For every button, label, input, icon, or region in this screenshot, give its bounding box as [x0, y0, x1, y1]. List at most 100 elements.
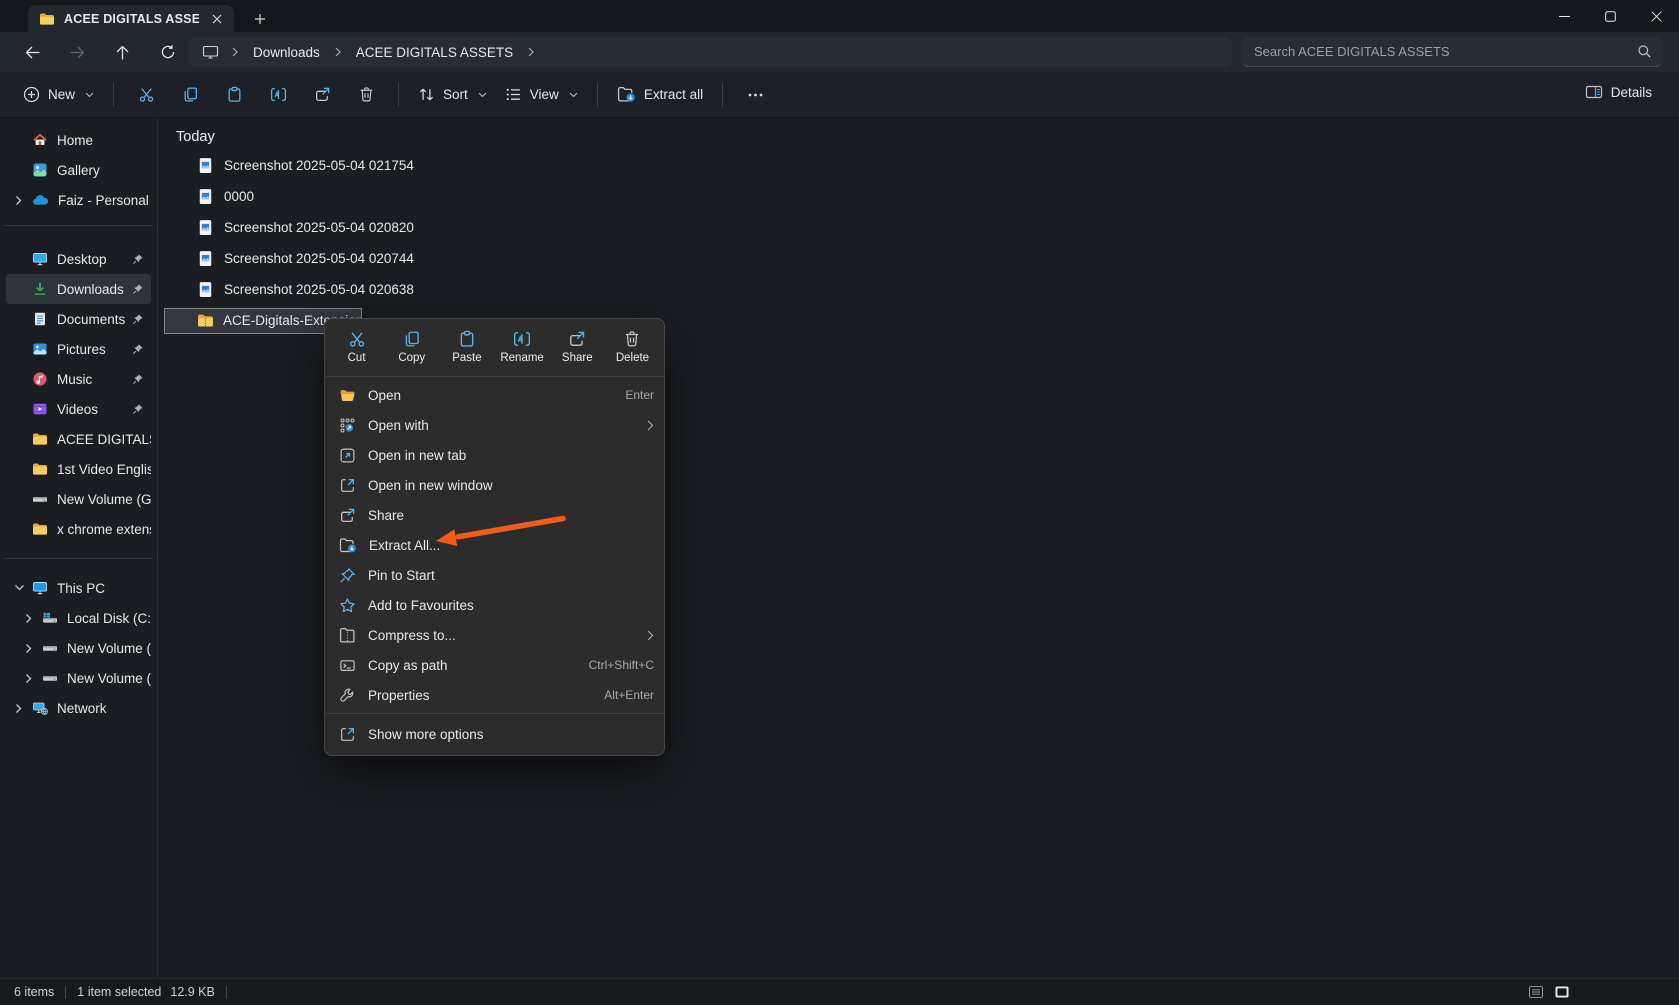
music-icon	[32, 371, 48, 387]
command-bar: New Sort	[0, 72, 1679, 118]
drive-icon	[42, 640, 58, 656]
breadcrumb-item-downloads[interactable]: Downloads	[247, 43, 326, 62]
file-row[interactable]: Screenshot 2025-05-04 020820	[164, 212, 584, 243]
sidebar-item-new-volume-d[interactable]: New Volume (D:)	[16, 633, 151, 663]
image-file-icon	[197, 157, 214, 174]
chevron-right-icon[interactable]	[6, 703, 32, 714]
extract-all-button[interactable]: Extract all	[608, 80, 712, 109]
sort-button[interactable]: Sort	[409, 80, 496, 109]
menu-item-properties[interactable]: Properties Alt+Enter	[325, 680, 664, 710]
forward-button[interactable]	[55, 36, 100, 68]
menu-item-add-to-favourites[interactable]: Add to Favourites	[325, 590, 664, 620]
sidebar-item-videos[interactable]: Videos	[6, 394, 151, 424]
toolbar-separator	[722, 83, 723, 107]
sort-button-label: Sort	[443, 87, 468, 102]
menu-item-open-with[interactable]: Open with	[325, 410, 664, 440]
plus-circle-icon	[23, 86, 40, 103]
minimize-button[interactable]	[1541, 0, 1587, 32]
share-button[interactable]	[300, 78, 344, 112]
menu-item-open-in-new-window[interactable]: Open in new window	[325, 470, 664, 500]
file-row[interactable]: Screenshot 2025-05-04 021754	[164, 150, 584, 181]
more-options-button[interactable]	[733, 78, 777, 112]
sidebar-item-1st-video[interactable]: 1st Video English A	[6, 454, 151, 484]
sidebar-item-downloads[interactable]: Downloads	[6, 274, 151, 304]
details-button-label: Details	[1611, 85, 1652, 100]
view-button-label: View	[530, 87, 559, 102]
explorer-tab[interactable]: ACEE DIGITALS ASSETS	[28, 5, 234, 32]
paste-button[interactable]	[212, 78, 256, 112]
cut-button[interactable]	[124, 78, 168, 112]
chevron-right-icon[interactable]	[16, 613, 42, 624]
details-button[interactable]: Details	[1576, 78, 1661, 106]
sidebar-item-local-disk-c[interactable]: Local Disk (C:)	[16, 603, 151, 633]
breadcrumb-item-current[interactable]: ACEE DIGITALS ASSETS	[350, 43, 519, 62]
rename-menu-button[interactable]: Rename	[495, 326, 550, 368]
item-count: 6 items	[14, 985, 54, 999]
refresh-button[interactable]	[145, 36, 190, 68]
thumbnail-view-toggle-icon[interactable]	[1554, 984, 1570, 1000]
share-menu-button[interactable]: Share	[550, 326, 605, 368]
sidebar-item-pictures[interactable]: Pictures	[6, 334, 151, 364]
sidebar-item-network[interactable]: Network	[6, 693, 151, 723]
sidebar-item-gallery[interactable]: Gallery	[6, 155, 151, 185]
tab-close-icon[interactable]	[208, 10, 226, 28]
image-file-icon	[197, 219, 214, 236]
sidebar-item-documents[interactable]: Documents	[6, 304, 151, 334]
sidebar-item-home[interactable]: Home	[6, 125, 151, 155]
chevron-right-icon[interactable]	[523, 47, 539, 57]
details-view-toggle-icon[interactable]	[1528, 984, 1544, 1000]
menu-item-extract-all[interactable]: Extract All...	[325, 530, 664, 560]
file-row[interactable]: 0000	[164, 181, 584, 212]
menu-item-pin-to-start[interactable]: Pin to Start	[325, 560, 664, 590]
close-button[interactable]	[1633, 0, 1679, 32]
up-button[interactable]	[100, 36, 145, 68]
navigation-bar: Downloads ACEE DIGITALS ASSETS	[0, 32, 1679, 72]
group-header[interactable]: Today	[159, 124, 1679, 150]
sidebar-item-this-pc[interactable]: This PC	[6, 573, 151, 603]
cut-menu-button[interactable]: Cut	[329, 326, 384, 368]
sidebar-item-new-volume-g2[interactable]: New Volume (G:)	[16, 663, 151, 693]
menu-item-share[interactable]: Share	[325, 500, 664, 530]
maximize-button[interactable]	[1587, 0, 1633, 32]
copy-icon	[403, 330, 421, 348]
sidebar-item-new-volume-g[interactable]: New Volume (G:)	[6, 484, 151, 514]
sidebar-item-music[interactable]: Music	[6, 364, 151, 394]
downloads-icon	[32, 281, 48, 297]
new-tab-button[interactable]	[248, 8, 272, 30]
sidebar-item-label: This PC	[57, 581, 151, 596]
copy-button[interactable]	[168, 78, 212, 112]
sidebar-divider	[4, 558, 153, 559]
menu-item-open[interactable]: Open Enter	[325, 380, 664, 410]
file-row[interactable]: Screenshot 2025-05-04 020744	[164, 243, 584, 274]
chevron-right-icon[interactable]	[16, 673, 42, 684]
menu-item-show-more-options[interactable]: Show more options	[325, 717, 664, 751]
sidebar-item-x-chrome-extension[interactable]: x chrome extension	[6, 514, 151, 544]
search-input[interactable]	[1252, 43, 1637, 60]
back-button[interactable]	[10, 36, 55, 68]
pin-icon	[132, 343, 144, 355]
pin-icon	[132, 283, 144, 295]
paste-icon	[458, 330, 476, 348]
delete-menu-button[interactable]: Delete	[605, 326, 660, 368]
new-button[interactable]: New	[14, 80, 103, 109]
rename-button[interactable]	[256, 78, 300, 112]
sidebar-item-onedrive[interactable]: Faiz - Personal	[6, 185, 151, 215]
view-button[interactable]: View	[496, 80, 587, 109]
menu-item-compress-to[interactable]: Compress to...	[325, 620, 664, 650]
monitor-icon[interactable]	[198, 44, 223, 60]
search-icon[interactable]	[1637, 44, 1652, 59]
copy-menu-button[interactable]: Copy	[384, 326, 439, 368]
file-row[interactable]: Screenshot 2025-05-04 020638	[164, 274, 584, 305]
chevron-down-icon[interactable]	[6, 584, 32, 592]
windows-drive-icon	[42, 610, 58, 626]
chevron-right-icon[interactable]	[16, 643, 42, 654]
menu-item-open-in-new-tab[interactable]: Open in new tab	[325, 440, 664, 470]
delete-button[interactable]	[344, 78, 388, 112]
chevron-right-icon[interactable]	[6, 195, 32, 206]
sidebar-item-acee-digitals[interactable]: ACEE DIGITALS ASS	[6, 424, 151, 454]
paste-menu-button[interactable]: Paste	[439, 326, 494, 368]
sidebar-item-desktop[interactable]: Desktop	[6, 244, 151, 274]
drive-icon	[32, 491, 48, 507]
menu-item-copy-as-path[interactable]: Copy as path Ctrl+Shift+C	[325, 650, 664, 680]
menu-separator	[326, 376, 663, 377]
